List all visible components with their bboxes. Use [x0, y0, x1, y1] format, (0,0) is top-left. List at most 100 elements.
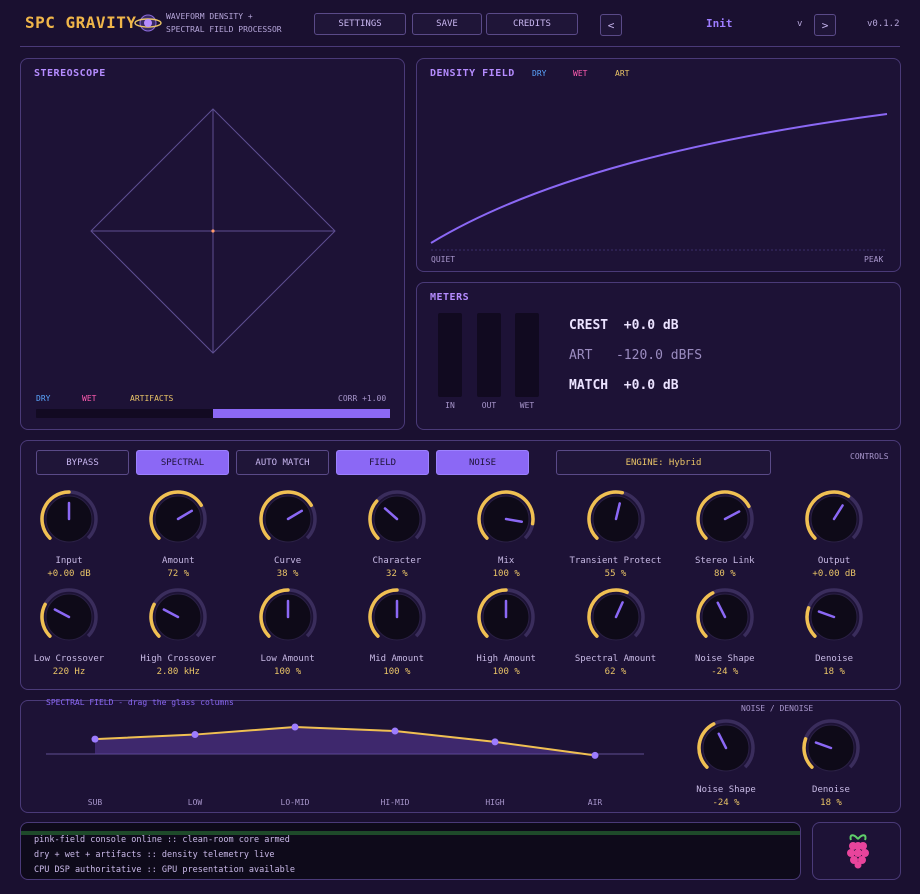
knob-transient-protect[interactable]: Transient Protect 55 %: [566, 489, 666, 579]
band-label: LOW: [187, 798, 203, 807]
knob-dial[interactable]: [367, 489, 427, 549]
band-handle-lo-mid[interactable]: [291, 723, 299, 731]
knob-value: 32 %: [386, 569, 408, 579]
band-handle-hi-mid[interactable]: [391, 727, 399, 735]
console-panel: pink-field console online :: clean-room …: [20, 822, 801, 880]
field-toggle[interactable]: FIELD: [336, 450, 429, 475]
knob-label: High Crossover: [140, 654, 217, 664]
knob-mid-amount[interactable]: Mid Amount 100 %: [347, 587, 447, 677]
knob-value: 55 %: [604, 569, 627, 579]
knob-dial[interactable]: [695, 587, 755, 647]
prev-preset-button[interactable]: <: [600, 14, 622, 36]
settings-button[interactable]: SETTINGS: [314, 13, 406, 35]
knob-dial[interactable]: [39, 587, 99, 647]
knob-noise-shape[interactable]: Noise Shape -24 %: [675, 587, 775, 677]
knob-value: 100 %: [492, 667, 520, 677]
band-handle-air[interactable]: [591, 751, 599, 759]
stereoscope-display: [90, 108, 336, 354]
meter-in: [438, 313, 462, 397]
knob-dial[interactable]: [586, 587, 646, 647]
knob-value: 18 %: [823, 667, 845, 677]
knob-dial[interactable]: [39, 489, 99, 549]
knob-denoise[interactable]: Denoise 18 %: [781, 718, 881, 808]
knob-label: Mid Amount: [369, 654, 424, 664]
spectral-toggle[interactable]: SPECTRAL: [136, 450, 229, 475]
next-preset-button[interactable]: >: [814, 14, 836, 36]
knob-label: Spectral Amount: [574, 654, 657, 664]
knob-dial[interactable]: [148, 489, 208, 549]
knob-value: 38 %: [276, 569, 299, 579]
save-button[interactable]: SAVE: [412, 13, 482, 35]
knob-output[interactable]: Output +0.00 dB: [784, 489, 884, 579]
knob-value: 220 Hz: [52, 667, 86, 677]
band-label: SUB: [87, 798, 103, 807]
preset-dropdown-icon[interactable]: v: [797, 19, 802, 29]
knob-mix[interactable]: Mix 100 %: [456, 489, 556, 579]
knob-value: 2.80 kHz: [156, 667, 200, 677]
legend-dry: DRY: [36, 394, 51, 403]
density-quiet-label: QUIET: [431, 255, 456, 264]
knob-spectral-amount[interactable]: Spectral Amount 62 %: [566, 587, 666, 677]
knob-low-amount[interactable]: Low Amount 100 %: [238, 587, 338, 677]
knob-character[interactable]: Character 32 %: [347, 489, 447, 579]
knob-curve[interactable]: Curve 38 %: [238, 489, 338, 579]
noise-toggle[interactable]: NOISE: [436, 450, 529, 475]
knob-label: Noise Shape: [694, 654, 755, 664]
meter-wet: [515, 313, 539, 397]
density-field-panel: DENSITY FIELD DRY WET ART QUIET PEAK: [416, 58, 901, 272]
band-handle-low[interactable]: [191, 731, 199, 739]
knob-value: 100 %: [274, 667, 302, 677]
knob-dial[interactable]: [695, 489, 755, 549]
knob-value: +0.00 dB: [812, 569, 856, 579]
knob-stereo-link[interactable]: Stereo Link 80 %: [675, 489, 775, 579]
match-readout: MATCH +0.0 dB: [569, 378, 679, 393]
knob-input[interactable]: Input +0.00 dB: [19, 489, 119, 579]
legend-artifacts: ARTIFACTS: [130, 394, 174, 403]
knob-dial[interactable]: [586, 489, 646, 549]
knob-high-amount[interactable]: High Amount 100 %: [456, 587, 556, 677]
knob-label: Mix: [498, 556, 515, 566]
knob-dial[interactable]: [148, 587, 208, 647]
credits-button[interactable]: CREDITS: [486, 13, 578, 35]
auto-match-toggle[interactable]: AUTO MATCH: [236, 450, 329, 475]
stereoscope-panel: STEREOSCOPE DRY WET ARTIFACTS CORR +1.00: [20, 58, 405, 430]
artifact-readout: ART -120.0 dBFS: [569, 348, 703, 363]
knob-value: 18 %: [820, 798, 842, 808]
knob-high-crossover[interactable]: High Crossover 2.80 kHz: [128, 587, 228, 677]
knob-denoise[interactable]: Denoise 18 %: [784, 587, 884, 677]
console-line-3: CPU DSP authoritative :: GPU presentatio…: [34, 865, 295, 875]
legend-wet: WET: [82, 394, 97, 403]
engine-select[interactable]: ENGINE: Hybrid: [556, 450, 771, 475]
knob-label: Low Amount: [260, 654, 315, 664]
knob-dial[interactable]: [804, 587, 864, 647]
band-handle-high[interactable]: [491, 738, 499, 746]
knob-value: +0.00 dB: [47, 569, 91, 579]
knob-value: -24 %: [711, 667, 739, 677]
correlation-readout: CORR +1.00: [338, 394, 387, 403]
knob-dial[interactable]: [476, 489, 536, 549]
knob-dial[interactable]: [804, 489, 864, 549]
knob-value: 62 %: [604, 667, 627, 677]
meter-wet-label: WET: [519, 401, 535, 410]
preset-name[interactable]: Init: [706, 17, 733, 30]
crest-readout: CREST +0.0 dB: [569, 318, 679, 333]
noise-denoise-title: NOISE / DENOISE: [741, 704, 814, 713]
correlation-bar: [36, 409, 390, 418]
knob-dial[interactable]: [696, 718, 756, 778]
knob-dial[interactable]: [801, 718, 861, 778]
band-label: LO-MID: [280, 798, 310, 807]
knob-label: Denoise: [815, 654, 854, 664]
knob-label: Output: [817, 556, 851, 566]
bypass-toggle[interactable]: BYPASS: [36, 450, 129, 475]
knob-noise-shape[interactable]: Noise Shape -24 %: [676, 718, 776, 808]
band-handle-sub[interactable]: [91, 735, 99, 743]
spectral-field-panel: SPECTRAL FIELD - drag the glass columns …: [20, 698, 901, 813]
band-label: HIGH: [485, 798, 505, 807]
knob-dial[interactable]: [476, 587, 536, 647]
knob-dial[interactable]: [258, 489, 318, 549]
knob-amount[interactable]: Amount 72 %: [128, 489, 228, 579]
knob-low-crossover[interactable]: Low Crossover 220 Hz: [19, 587, 119, 677]
knob-value: 80 %: [713, 569, 736, 579]
knob-dial[interactable]: [367, 587, 427, 647]
knob-dial[interactable]: [258, 587, 318, 647]
